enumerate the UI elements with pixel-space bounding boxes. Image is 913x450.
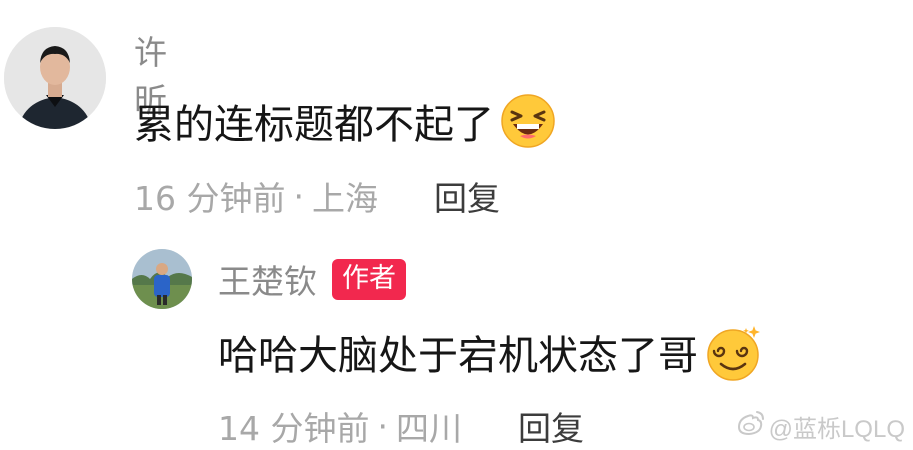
comment-text: 哈哈大脑处于宕机状态了哥: [218, 322, 764, 382]
author-badge: 作者: [332, 258, 406, 300]
comment-text-content: 累的连标题都不起了: [134, 102, 494, 148]
meta-separator: ·: [293, 176, 304, 216]
comment-meta: 14 分钟前 · 四川 回复: [218, 402, 584, 450]
comment-time: 16 分钟前: [134, 179, 286, 218]
avatar[interactable]: [132, 249, 192, 309]
dizzy-emoji-icon: [704, 322, 764, 382]
avatar[interactable]: [4, 27, 106, 129]
comment-location: 上海: [311, 179, 378, 218]
username[interactable]: 王楚钦: [218, 255, 317, 303]
watermark: @蓝栎LQLQ: [735, 409, 905, 444]
comment-location: 四川: [395, 409, 462, 448]
comment-text-content: 哈哈大脑处于宕机状态了哥: [218, 333, 698, 379]
comment-text: 累的连标题都不起了: [134, 92, 556, 150]
avatar-image: [4, 27, 106, 129]
reply-button[interactable]: 回复: [434, 172, 500, 220]
weibo-icon: [735, 410, 765, 443]
comment-meta: 16 分钟前 · 上海 回复: [134, 172, 500, 220]
watermark-text: @蓝栎LQLQ: [768, 416, 905, 443]
meta-separator: ·: [377, 406, 388, 446]
comment-time: 14 分钟前: [218, 409, 370, 448]
reply-button[interactable]: 回复: [518, 402, 584, 450]
avatar-image: [132, 249, 192, 309]
username-row: 王楚钦 作者: [218, 255, 406, 303]
laughing-emoji-icon: [500, 93, 556, 149]
